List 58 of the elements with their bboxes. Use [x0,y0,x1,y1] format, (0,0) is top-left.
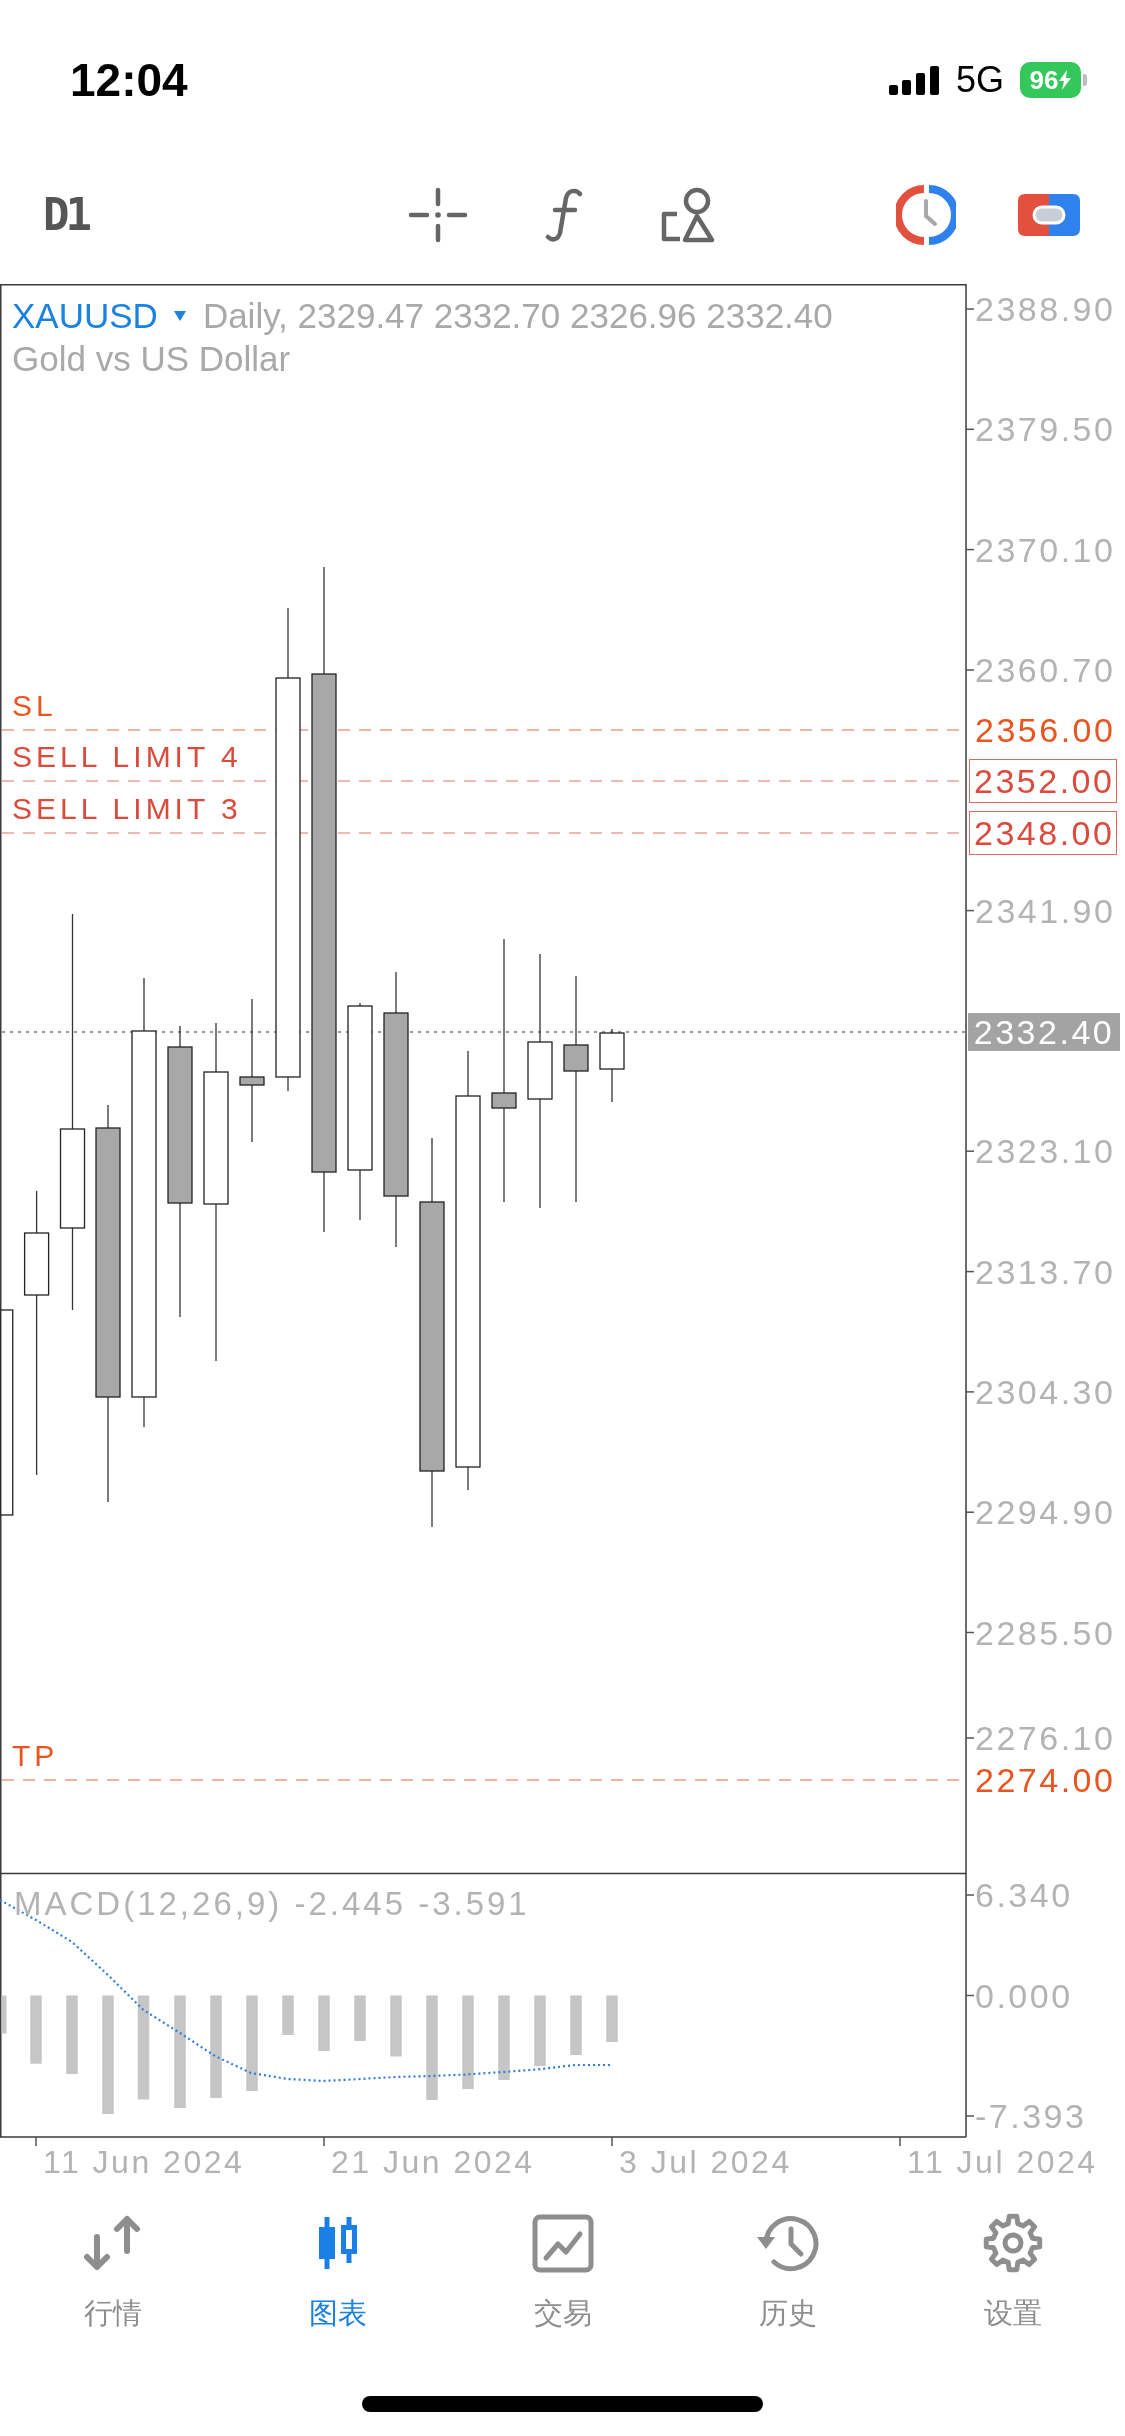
price-axis-label: 2379.50 [975,412,1116,447]
order-label: SELL LIMIT 3 [12,793,242,825]
price-axis-label: 2370.10 [975,532,1116,567]
current-price-tag: 2332.40 [968,1013,1120,1051]
date-axis-label: 11 Jul 2024 [907,2145,1098,2179]
toggle-icon[interactable] [1018,194,1080,236]
order-price-tag: 2348.00 [969,811,1118,855]
price-axis-label: 2323.10 [975,1134,1116,1169]
price-axis-label: 2341.90 [975,893,1116,928]
histogram-bar [30,1995,42,2064]
order-label: TP [12,1740,59,1772]
price-axis-label: 2294.90 [975,1495,1116,1530]
battery-percent: 96 [1029,67,1059,93]
shapes-icon[interactable] [659,187,716,243]
nav-tab[interactable]: 交易 [450,2212,675,2330]
caret-icon[interactable] [173,310,186,321]
price-axis-label: 2285.50 [975,1615,1116,1650]
network-label: 5G [955,59,1004,101]
date-axis-label: 11 Jun 2024 [43,2145,245,2179]
nav-tab[interactable]: 图表 [225,2212,450,2330]
histogram-bar [534,1995,546,2066]
price-axis-label: 2304.30 [975,1374,1116,1409]
order-price-tag: 2352.00 [969,759,1118,803]
histogram-bar [1,1995,7,2034]
price-axis-label: 2388.90 [975,292,1116,326]
clock-icon[interactable] [896,185,956,245]
nav-tab[interactable]: 设置 [900,2212,1125,2330]
price-axis-label: 2360.70 [975,653,1116,687]
settings-icon[interactable] [982,2213,1043,2273]
price-axis-label: 2313.70 [975,1254,1116,1289]
date-axis-label: 3 Jul 2024 [619,2145,792,2179]
indicator-label: MACD(12,26,9) -2.445 -3.591 [14,1887,530,1921]
histogram-bar [570,1995,582,2055]
status-time: 12:04 [70,53,188,107]
nav-tab[interactable]: 历史 [675,2212,900,2330]
indicator-axis-label: -7.393 [975,2099,1087,2133]
date-axis-label: 21 Jun 2024 [331,2145,535,2179]
price-axis-label: 2276.10 [975,1721,1116,1755]
symbol-description: Gold vs US Dollar [12,338,292,380]
histogram-bar [606,1995,618,2042]
line-chart-icon[interactable] [531,2213,594,2273]
histogram-bar [390,1995,402,2057]
nav-tab[interactable]: 行情 [0,2212,225,2330]
indicator-axis-label: 0.000 [975,1978,1073,2013]
signal-icon [888,65,939,95]
quote-text: Daily, 2329.47 2332.70 2326.96 2332.40 [202,295,833,337]
order-label: SL [12,690,57,722]
function-icon[interactable] [544,188,583,242]
histogram-bar [318,1995,330,2051]
indicator-axis-label: 6.340 [975,1878,1073,1912]
bolt-icon [1059,70,1072,90]
order-label: SELL LIMIT 4 [12,741,242,773]
candlestick-icon[interactable] [316,2215,359,2271]
timeframe-button[interactable]: D1 [43,193,88,237]
histogram-bar [282,1995,294,2035]
symbol-selector[interactable]: XAUUSD [12,294,186,337]
histogram-bar [354,1995,366,2041]
crosshair-icon[interactable] [407,187,468,243]
